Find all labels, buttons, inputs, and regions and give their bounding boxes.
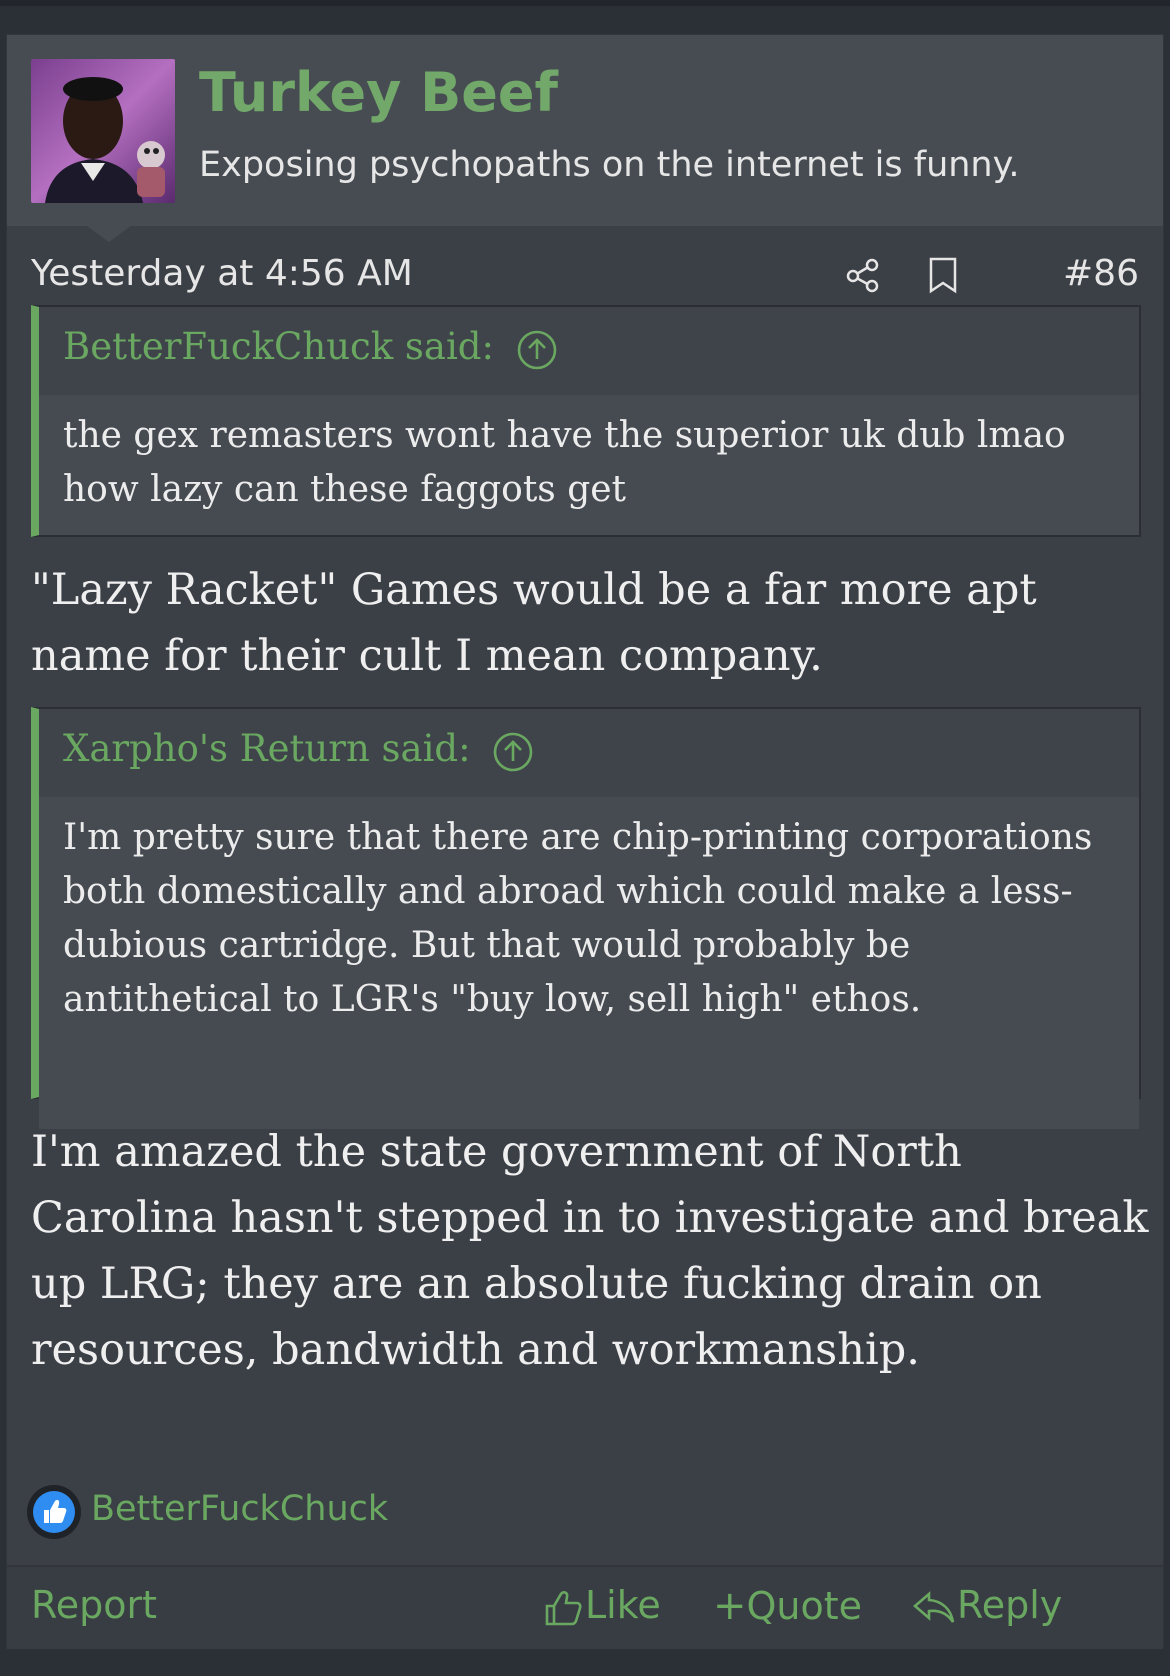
quote-header: Xarpho's Return said:	[39, 709, 1139, 797]
reaction-user-link[interactable]: BetterFuckChuck	[91, 1489, 388, 1529]
post-actions-bar: Report Like +Quote Reply	[7, 1565, 1163, 1649]
quote-text: I'm pretty sure that there are chip-prin…	[39, 797, 1139, 1129]
reply-button[interactable]: Reply	[911, 1583, 1062, 1630]
reply-label: Reply	[957, 1583, 1063, 1627]
like-button[interactable]: Like	[541, 1583, 661, 1630]
post-timestamp[interactable]: Yesterday at 4:56 AM	[31, 253, 413, 294]
header-pointer	[87, 226, 131, 242]
quote-attribution-text: Xarpho's Return said:	[63, 727, 471, 770]
like-label: Like	[585, 1583, 661, 1627]
reply-arrow-icon	[913, 1590, 955, 1623]
plus-icon: +	[713, 1583, 747, 1629]
avatar[interactable]	[31, 59, 175, 203]
forum-post: Turkey Beef Exposing psychopaths on the …	[6, 34, 1164, 1649]
bookmark-icon[interactable]	[923, 255, 963, 295]
arrow-up-circle-icon[interactable]	[492, 731, 534, 773]
thumbs-up-icon	[27, 1485, 81, 1539]
quote-attribution-link[interactable]: Xarpho's Return said:	[63, 727, 534, 773]
post-author-name[interactable]: Turkey Beef	[199, 61, 558, 124]
quote-label: Quote	[746, 1584, 863, 1628]
post-body-paragraph: I'm amazed the state government of North…	[31, 1127, 1149, 1375]
thumbs-up-icon	[545, 1590, 582, 1625]
top-divider	[0, 0, 1170, 6]
quote-block: Xarpho's Return said: I'm pretty sure th…	[31, 707, 1141, 1129]
quote-block: BetterFuckChuck said: the gex remasters …	[31, 305, 1141, 537]
quote-attribution-text: BetterFuckChuck said:	[63, 325, 494, 368]
post-number-link[interactable]: #86	[1063, 253, 1139, 294]
quote-text: the gex remasters wont have the superior…	[39, 395, 1139, 535]
quote-attribution-link[interactable]: BetterFuckChuck said:	[63, 325, 558, 371]
quote-header: BetterFuckChuck said:	[39, 307, 1139, 395]
arrow-up-circle-icon[interactable]	[516, 329, 558, 371]
post-author-header: Turkey Beef Exposing psychopaths on the …	[7, 35, 1163, 226]
share-icon[interactable]	[843, 255, 883, 295]
user-title: Exposing psychopaths on the internet is …	[199, 145, 1020, 185]
post-body-paragraph: "Lazy Racket" Games would be a far more …	[31, 565, 1037, 681]
report-button[interactable]: Report	[31, 1583, 157, 1627]
quote-button[interactable]: +Quote	[713, 1583, 862, 1629]
